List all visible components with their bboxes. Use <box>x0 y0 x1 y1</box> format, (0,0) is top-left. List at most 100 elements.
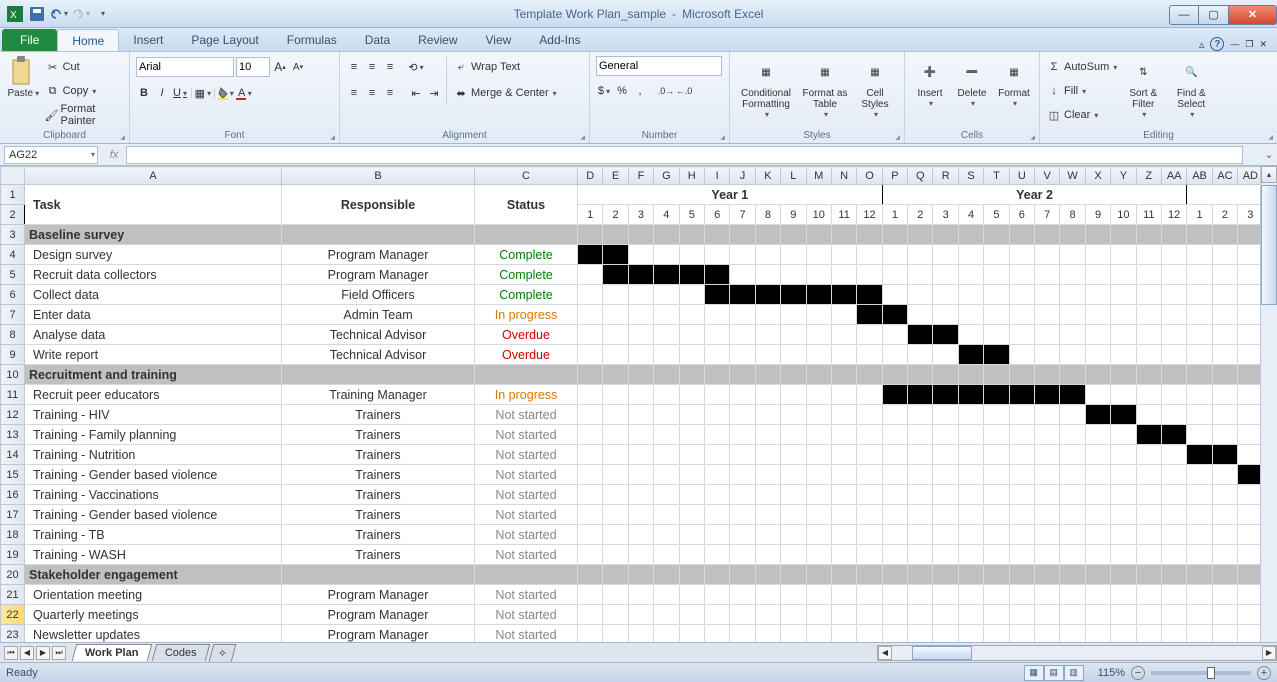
tab-nav-prev-icon[interactable]: ◀ <box>20 646 34 660</box>
cell[interactable] <box>603 365 628 385</box>
gantt-cell[interactable] <box>1136 245 1161 265</box>
scroll-right-icon[interactable]: ▶ <box>1262 646 1276 660</box>
task-cell[interactable]: Training - Nutrition <box>25 445 282 465</box>
cell[interactable] <box>958 225 983 245</box>
gantt-cell[interactable] <box>628 505 653 525</box>
gantt-cell[interactable] <box>704 445 729 465</box>
task-cell[interactable]: Training - Gender based violence <box>25 465 282 485</box>
gantt-cell[interactable] <box>654 545 679 565</box>
gantt-cell[interactable] <box>1187 505 1212 525</box>
font-size-select[interactable] <box>236 57 270 77</box>
gantt-cell[interactable] <box>1212 505 1237 525</box>
cell[interactable] <box>1085 365 1110 385</box>
gantt-cell[interactable] <box>1187 245 1212 265</box>
paste-button[interactable]: Paste <box>6 56 41 99</box>
align-left-icon[interactable]: ≡ <box>346 85 362 101</box>
gantt-cell[interactable] <box>831 605 856 625</box>
gantt-cell[interactable] <box>1111 465 1136 485</box>
cell[interactable] <box>933 565 958 585</box>
gantt-cell[interactable] <box>628 405 653 425</box>
cell[interactable] <box>1009 565 1034 585</box>
gantt-cell[interactable] <box>781 385 806 405</box>
insert-cells-button[interactable]: ➕Insert <box>911 56 949 108</box>
gantt-cell[interactable] <box>882 465 907 485</box>
gantt-cell[interactable] <box>1009 305 1034 325</box>
gantt-cell[interactable] <box>679 605 704 625</box>
gantt-cell[interactable] <box>1085 445 1110 465</box>
gantt-cell[interactable] <box>781 605 806 625</box>
gantt-cell[interactable] <box>1136 425 1161 445</box>
gantt-cell[interactable] <box>1009 485 1034 505</box>
gantt-cell[interactable] <box>933 585 958 605</box>
gantt-cell[interactable] <box>603 445 628 465</box>
gantt-cell[interactable] <box>755 545 780 565</box>
cell[interactable] <box>1212 565 1237 585</box>
gantt-cell[interactable] <box>755 265 780 285</box>
gantt-cell[interactable] <box>857 245 882 265</box>
gantt-cell[interactable] <box>578 505 603 525</box>
gantt-cell[interactable] <box>984 485 1009 505</box>
gantt-cell[interactable] <box>1085 405 1110 425</box>
gantt-cell[interactable] <box>578 585 603 605</box>
format-painter-button[interactable]: 🖌Format Painter <box>45 104 123 126</box>
format-cells-button[interactable]: ▦Format <box>995 56 1033 108</box>
new-sheet-button[interactable]: ✧ <box>209 644 237 662</box>
gantt-cell[interactable] <box>857 405 882 425</box>
gantt-cell[interactable] <box>1187 345 1212 365</box>
gantt-cell[interactable] <box>730 385 755 405</box>
responsible-cell[interactable]: Program Manager <box>282 265 475 285</box>
find-select-button[interactable]: 🔍Find & Select <box>1169 56 1213 119</box>
gantt-cell[interactable] <box>730 505 755 525</box>
gantt-cell[interactable] <box>806 465 831 485</box>
gantt-cell[interactable] <box>578 425 603 445</box>
gantt-cell[interactable] <box>1212 245 1237 265</box>
gantt-cell[interactable] <box>755 345 780 365</box>
gantt-cell[interactable] <box>1085 285 1110 305</box>
gantt-cell[interactable] <box>933 385 958 405</box>
gantt-cell[interactable] <box>730 265 755 285</box>
gantt-cell[interactable] <box>1009 545 1034 565</box>
percent-format-icon[interactable]: % <box>614 83 630 99</box>
gantt-cell[interactable] <box>704 285 729 305</box>
row-header[interactable]: 11 <box>1 385 25 405</box>
gantt-cell[interactable] <box>603 525 628 545</box>
redo-icon[interactable] <box>72 5 90 23</box>
gantt-cell[interactable] <box>679 385 704 405</box>
gantt-cell[interactable] <box>628 325 653 345</box>
tab-view[interactable]: View <box>472 29 526 51</box>
gantt-cell[interactable] <box>831 525 856 545</box>
responsible-cell[interactable]: Trainers <box>282 545 475 565</box>
responsible-cell[interactable]: Program Manager <box>282 245 475 265</box>
cell[interactable] <box>958 565 983 585</box>
gantt-cell[interactable] <box>831 245 856 265</box>
gantt-cell[interactable] <box>679 245 704 265</box>
gantt-cell[interactable] <box>781 625 806 643</box>
row-header[interactable]: 2 <box>1 205 25 225</box>
row-header[interactable]: 7 <box>1 305 25 325</box>
vscroll-thumb[interactable] <box>1261 185 1277 305</box>
gantt-cell[interactable] <box>679 465 704 485</box>
gantt-cell[interactable] <box>1161 325 1186 345</box>
section-header[interactable]: Recruitment and training <box>25 365 282 385</box>
merge-center-button[interactable]: ⬌Merge & Center <box>453 82 557 104</box>
responsible-cell[interactable]: Trainers <box>282 525 475 545</box>
gantt-cell[interactable] <box>908 505 933 525</box>
gantt-cell[interactable] <box>984 325 1009 345</box>
gantt-cell[interactable] <box>654 325 679 345</box>
status-cell[interactable]: Complete <box>475 285 578 305</box>
row-header[interactable]: 4 <box>1 245 25 265</box>
gantt-cell[interactable] <box>679 265 704 285</box>
cell[interactable] <box>958 365 983 385</box>
gantt-cell[interactable] <box>1009 245 1034 265</box>
gantt-cell[interactable] <box>806 585 831 605</box>
gantt-cell[interactable] <box>1161 245 1186 265</box>
maximize-button[interactable]: ▢ <box>1199 5 1229 25</box>
gantt-cell[interactable] <box>1161 285 1186 305</box>
gantt-cell[interactable] <box>578 405 603 425</box>
page-break-view-icon[interactable]: ▥ <box>1064 665 1084 681</box>
gantt-cell[interactable] <box>1060 245 1085 265</box>
cell[interactable] <box>282 365 475 385</box>
gantt-cell[interactable] <box>578 345 603 365</box>
task-cell[interactable]: Collect data <box>25 285 282 305</box>
responsible-cell[interactable]: Program Manager <box>282 605 475 625</box>
